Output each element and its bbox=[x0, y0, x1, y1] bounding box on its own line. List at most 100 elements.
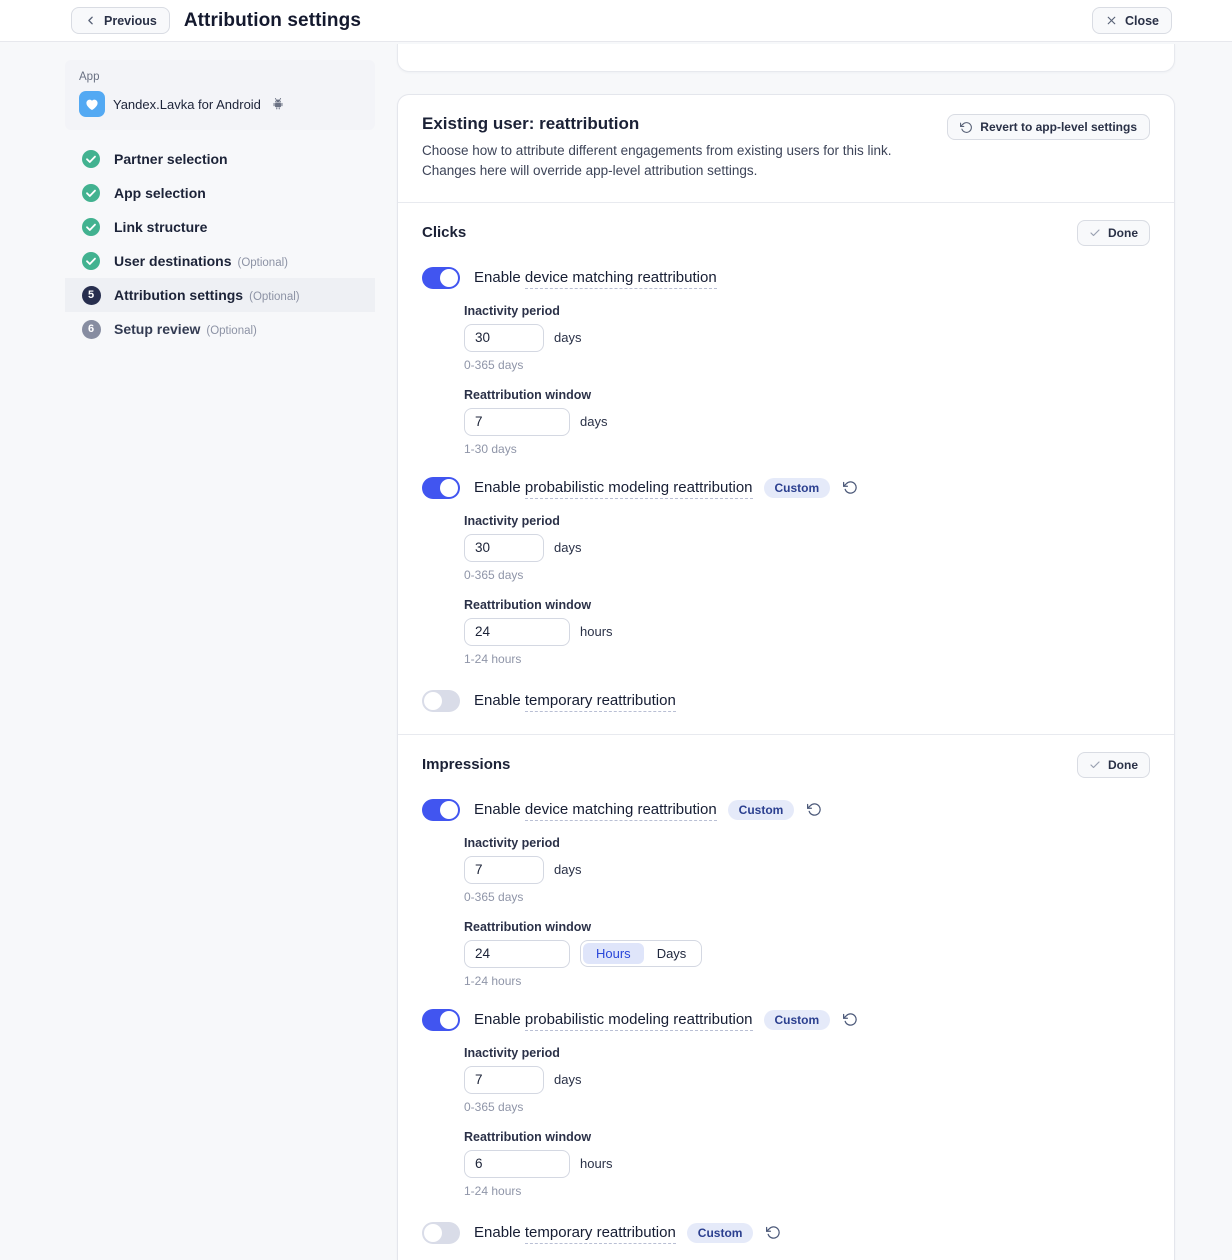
impressions-probabilistic-row: Enable probabilistic modeling reattribut… bbox=[422, 1009, 1150, 1031]
revert-icon-button[interactable] bbox=[766, 1225, 781, 1240]
range-hint: 1-30 days bbox=[464, 442, 1150, 456]
check-icon bbox=[1089, 227, 1101, 239]
impressions-pm-inactivity-input[interactable] bbox=[464, 1066, 544, 1094]
clicks-device-matching-toggle[interactable] bbox=[422, 267, 460, 289]
unit-label: days bbox=[580, 414, 607, 429]
page-title: Attribution settings bbox=[184, 10, 361, 32]
sidebar-item-user-destinations[interactable]: User destinations(Optional) bbox=[65, 244, 375, 278]
hours-option[interactable]: Hours bbox=[583, 943, 644, 964]
check-circle-icon bbox=[81, 183, 101, 203]
steps-list: Partner selection App selection Link str… bbox=[65, 142, 375, 346]
impressions-device-matching-toggle[interactable] bbox=[422, 799, 460, 821]
app-box: App Yandex.Lavka for Android bbox=[65, 60, 375, 130]
range-hint: 1-24 hours bbox=[464, 1184, 1150, 1198]
range-hint: 0-365 days bbox=[464, 890, 1150, 904]
chevron-left-icon bbox=[84, 14, 97, 27]
clicks-dm-window-input[interactable] bbox=[464, 408, 570, 436]
step-label: User destinations(Optional) bbox=[114, 253, 288, 269]
custom-badge: Custom bbox=[764, 478, 831, 498]
temporary-reattribution-term[interactable]: temporary reattribution bbox=[525, 692, 676, 712]
unit-label: days bbox=[554, 1072, 581, 1087]
step-number-badge: 6 bbox=[81, 319, 101, 339]
check-icon bbox=[1089, 759, 1101, 771]
sidebar-item-attribution-settings[interactable]: 5 Attribution settings(Optional) bbox=[65, 278, 375, 312]
step-label: App selection bbox=[114, 185, 206, 201]
sidebar-item-link-structure[interactable]: Link structure bbox=[65, 210, 375, 244]
clicks-probabilistic-row: Enable probabilistic modeling reattribut… bbox=[422, 477, 1150, 499]
inactivity-period-field: Inactivity period days 0-365 days bbox=[464, 514, 1150, 582]
days-option[interactable]: Days bbox=[644, 943, 700, 964]
impressions-section-title: Impressions bbox=[422, 756, 510, 773]
clicks-probabilistic-toggle[interactable] bbox=[422, 477, 460, 499]
clicks-temporary-toggle[interactable] bbox=[422, 690, 460, 712]
inactivity-period-field: Inactivity period days 0-365 days bbox=[464, 304, 1150, 372]
revert-icon-button[interactable] bbox=[843, 480, 858, 495]
sidebar-item-setup-review[interactable]: 6 Setup review(Optional) bbox=[65, 312, 375, 346]
clicks-dm-inactivity-input[interactable] bbox=[464, 324, 544, 352]
step-label: Link structure bbox=[114, 219, 207, 235]
check-circle-icon bbox=[81, 149, 101, 169]
clicks-section: Clicks Done Enable device matching reatt… bbox=[398, 202, 1174, 734]
unit-label: hours bbox=[580, 1156, 613, 1171]
revert-to-app-level-button[interactable]: Revert to app-level settings bbox=[947, 114, 1150, 140]
impressions-device-matching-row: Enable device matching reattribution Cus… bbox=[422, 799, 1150, 821]
optional-tag: (Optional) bbox=[237, 257, 288, 269]
impressions-temporary-toggle[interactable] bbox=[422, 1222, 460, 1244]
clicks-done-button[interactable]: Done bbox=[1077, 220, 1150, 246]
card-description: Choose how to attribute different engage… bbox=[422, 141, 947, 182]
range-hint: 0-365 days bbox=[464, 568, 1150, 582]
step-label: Partner selection bbox=[114, 151, 228, 167]
range-hint: 1-24 hours bbox=[464, 974, 1150, 988]
unit-label: days bbox=[554, 540, 581, 555]
sidebar-item-app-selection[interactable]: App selection bbox=[65, 176, 375, 210]
toggle-label: Enable probabilistic modeling reattribut… bbox=[474, 479, 753, 496]
probabilistic-modeling-term[interactable]: probabilistic modeling reattribution bbox=[525, 1011, 753, 1031]
check-circle-icon bbox=[81, 251, 101, 271]
unit-segmented-control: Hours Days bbox=[580, 940, 702, 967]
toggle-label: Enable device matching reattribution bbox=[474, 801, 717, 818]
app-section-label: App bbox=[79, 71, 361, 83]
close-icon bbox=[1105, 14, 1118, 27]
impressions-temporary-row: Enable temporary reattribution Custom bbox=[422, 1222, 1150, 1244]
step-number-badge: 5 bbox=[81, 285, 101, 305]
clicks-section-title: Clicks bbox=[422, 224, 466, 241]
impressions-probabilistic-toggle[interactable] bbox=[422, 1009, 460, 1031]
impressions-done-button[interactable]: Done bbox=[1077, 752, 1150, 778]
android-icon bbox=[271, 97, 285, 111]
impressions-dm-inactivity-input[interactable] bbox=[464, 856, 544, 884]
clicks-pm-inactivity-input[interactable] bbox=[464, 534, 544, 562]
temporary-reattribution-term[interactable]: temporary reattribution bbox=[525, 1224, 676, 1244]
previous-button[interactable]: Previous bbox=[71, 7, 170, 34]
check-circle-icon bbox=[81, 217, 101, 237]
device-matching-term[interactable]: device matching reattribution bbox=[525, 269, 717, 289]
unit-label: days bbox=[554, 330, 581, 345]
revert-icon-button[interactable] bbox=[843, 1012, 858, 1027]
range-hint: 1-24 hours bbox=[464, 652, 1150, 666]
impressions-dm-window-input[interactable] bbox=[464, 940, 570, 968]
reattribution-window-field: Reattribution window hours 1-24 hours bbox=[464, 598, 1150, 666]
clicks-pm-window-input[interactable] bbox=[464, 618, 570, 646]
unit-label: hours bbox=[580, 624, 613, 639]
device-matching-term[interactable]: device matching reattribution bbox=[525, 801, 717, 821]
reattribution-window-field: Reattribution window days 1-30 days bbox=[464, 388, 1150, 456]
top-bar: Previous Attribution settings Close bbox=[0, 0, 1232, 42]
revert-icon bbox=[960, 121, 973, 134]
close-label: Close bbox=[1125, 14, 1159, 28]
revert-icon-button[interactable] bbox=[807, 802, 822, 817]
close-button[interactable]: Close bbox=[1092, 7, 1172, 34]
range-hint: 0-365 days bbox=[464, 1100, 1150, 1114]
toggle-label: Enable temporary reattribution bbox=[474, 1224, 676, 1241]
impressions-section: Impressions Done Enable device matching … bbox=[398, 734, 1174, 1260]
custom-badge: Custom bbox=[728, 800, 795, 820]
previous-card-edge bbox=[397, 44, 1175, 72]
step-label: Setup review(Optional) bbox=[114, 321, 257, 337]
toggle-label: Enable probabilistic modeling reattribut… bbox=[474, 1011, 753, 1028]
inactivity-period-field: Inactivity period days 0-365 days bbox=[464, 836, 1150, 904]
range-hint: 0-365 days bbox=[464, 358, 1150, 372]
custom-badge: Custom bbox=[687, 1223, 754, 1243]
toggle-label: Enable temporary reattribution bbox=[474, 692, 676, 709]
impressions-pm-window-input[interactable] bbox=[464, 1150, 570, 1178]
probabilistic-modeling-term[interactable]: probabilistic modeling reattribution bbox=[525, 479, 753, 499]
sidebar-item-partner-selection[interactable]: Partner selection bbox=[65, 142, 375, 176]
reattribution-card: Existing user: reattribution Choose how … bbox=[397, 94, 1175, 1260]
